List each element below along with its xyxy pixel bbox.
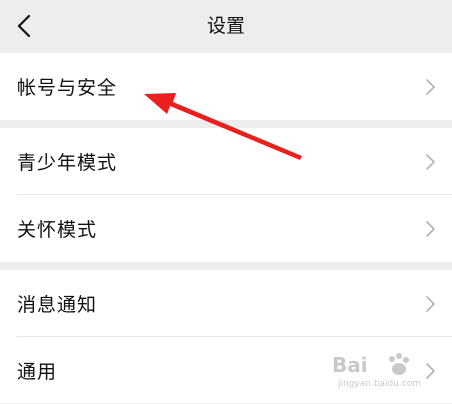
chevron-right-icon [426,295,435,312]
chevron-right-icon [426,362,435,379]
settings-item-notifications[interactable]: 消息通知 [0,270,452,337]
chevron-right-icon [426,153,435,170]
settings-item-label: 青少年模式 [17,152,118,174]
settings-item-teen-mode[interactable]: 青少年模式 [0,128,452,195]
chevron-right-icon [426,78,435,95]
settings-group-modes: 青少年模式 关怀模式 [0,128,452,262]
settings-item-care-mode[interactable]: 关怀模式 [0,195,452,262]
page-title: 设置 [206,15,245,37]
settings-group-general: 消息通知 通用 [0,270,452,403]
settings-item-label: 消息通知 [17,294,98,316]
settings-item-label: 通用 [17,361,58,383]
settings-item-label: 帐号与安全 [17,77,118,99]
navigation-header: 设置 [0,0,452,53]
settings-item-general[interactable]: 通用 [0,337,452,404]
back-chevron-icon[interactable] [10,12,38,40]
settings-item-label: 关怀模式 [17,219,98,241]
settings-item-account-security[interactable]: 帐号与安全 [0,53,452,120]
settings-group-account: 帐号与安全 [0,53,452,120]
chevron-right-icon [426,220,435,237]
